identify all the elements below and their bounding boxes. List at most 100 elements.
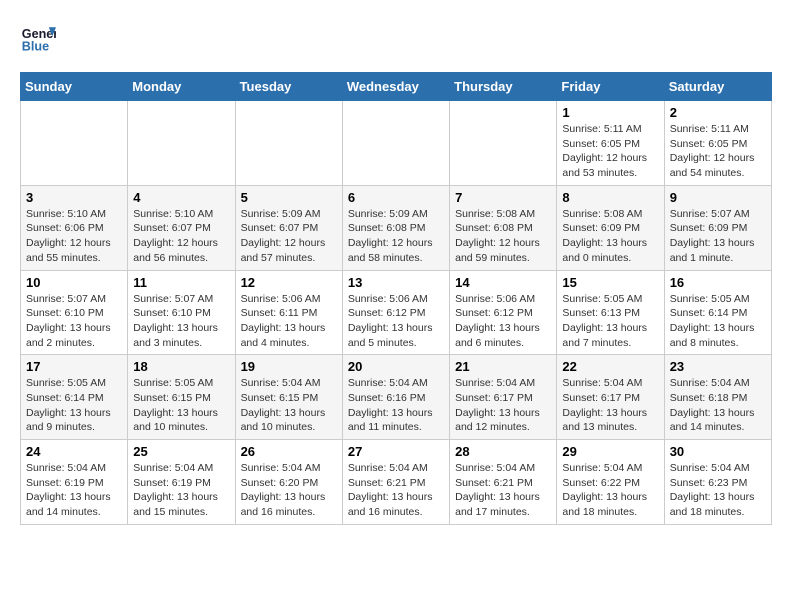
- day-number: 30: [670, 444, 766, 459]
- day-cell: 15 Sunrise: 5:05 AM Sunset: 6:13 PM Dayli…: [557, 270, 664, 355]
- day-cell: 5 Sunrise: 5:09 AM Sunset: 6:07 PM Daylig…: [235, 185, 342, 270]
- day-detail: Sunrise: 5:10 AM Sunset: 6:07 PM Dayligh…: [133, 207, 229, 266]
- day-number: 23: [670, 359, 766, 374]
- day-number: 3: [26, 190, 122, 205]
- logo: General Blue: [20, 20, 60, 56]
- day-cell: [21, 101, 128, 186]
- day-number: 18: [133, 359, 229, 374]
- day-cell: 16Sunrise: 5:05 AM Sunset: 6:14 PM Dayli…: [664, 270, 771, 355]
- day-detail: Sunrise: 5:04 AM Sunset: 6:19 PM Dayligh…: [26, 461, 122, 520]
- day-number: 6: [348, 190, 444, 205]
- week-row-4: 17 Sunrise: 5:05 AM Sunset: 6:14 PM Dayli…: [21, 355, 772, 440]
- weekday-header-monday: Monday: [128, 73, 235, 101]
- day-cell: 24 Sunrise: 5:04 AM Sunset: 6:19 PM Dayli…: [21, 440, 128, 525]
- day-cell: 14 Sunrise: 5:06 AM Sunset: 6:12 PM Dayli…: [450, 270, 557, 355]
- day-number: 5: [241, 190, 337, 205]
- day-cell: 3 Sunrise: 5:10 AM Sunset: 6:06 PM Daylig…: [21, 185, 128, 270]
- day-cell: 13 Sunrise: 5:06 AM Sunset: 6:12 PM Dayli…: [342, 270, 449, 355]
- weekday-header-row: SundayMondayTuesdayWednesdayThursdayFrid…: [21, 73, 772, 101]
- day-cell: 1 Sunrise: 5:11 AM Sunset: 6:05 PM Daylig…: [557, 101, 664, 186]
- day-cell: 20Sunrise: 5:04 AM Sunset: 6:16 PM Dayli…: [342, 355, 449, 440]
- day-number: 8: [562, 190, 658, 205]
- day-detail: Sunrise: 5:08 AM Sunset: 6:09 PM Dayligh…: [562, 207, 658, 266]
- day-number: 19: [241, 359, 337, 374]
- day-detail: Sunrise: 5:04 AM Sunset: 6:17 PM Dayligh…: [562, 376, 658, 435]
- day-detail: Sunrise: 5:06 AM Sunset: 6:11 PM Dayligh…: [241, 292, 337, 351]
- day-number: 9: [670, 190, 766, 205]
- weekday-header-friday: Friday: [557, 73, 664, 101]
- day-cell: 28 Sunrise: 5:04 AM Sunset: 6:21 PM Dayli…: [450, 440, 557, 525]
- day-detail: Sunrise: 5:09 AM Sunset: 6:08 PM Dayligh…: [348, 207, 444, 266]
- calendar-table: SundayMondayTuesdayWednesdayThursdayFrid…: [20, 72, 772, 525]
- day-cell: 2Sunrise: 5:11 AM Sunset: 6:05 PM Daylig…: [664, 101, 771, 186]
- svg-text:Blue: Blue: [22, 40, 49, 54]
- day-cell: [235, 101, 342, 186]
- day-detail: Sunrise: 5:04 AM Sunset: 6:23 PM Dayligh…: [670, 461, 766, 520]
- day-detail: Sunrise: 5:04 AM Sunset: 6:18 PM Dayligh…: [670, 376, 766, 435]
- day-detail: Sunrise: 5:04 AM Sunset: 6:17 PM Dayligh…: [455, 376, 551, 435]
- day-cell: 10Sunrise: 5:07 AM Sunset: 6:10 PM Dayli…: [21, 270, 128, 355]
- day-cell: 26 Sunrise: 5:04 AM Sunset: 6:20 PM Dayli…: [235, 440, 342, 525]
- day-number: 13: [348, 275, 444, 290]
- day-number: 25: [133, 444, 229, 459]
- day-cell: 7 Sunrise: 5:08 AM Sunset: 6:08 PM Daylig…: [450, 185, 557, 270]
- day-number: 27: [348, 444, 444, 459]
- day-number: 26: [241, 444, 337, 459]
- weekday-header-wednesday: Wednesday: [342, 73, 449, 101]
- day-cell: [128, 101, 235, 186]
- day-number: 22: [562, 359, 658, 374]
- day-number: 29: [562, 444, 658, 459]
- day-number: 1: [562, 105, 658, 120]
- week-row-3: 10 Sunrise: 5:07 AM Sunset: 6:10 PM Dayli…: [21, 270, 772, 355]
- day-number: 11: [133, 275, 229, 290]
- day-detail: Sunrise: 5:04 AM Sunset: 6:20 PM Dayligh…: [241, 461, 337, 520]
- week-row-1: 1 Sunrise: 5:11 AM Sunset: 6:05 PM Daylig…: [21, 101, 772, 186]
- day-cell: 18 Sunrise: 5:05 AM Sunset: 6:15 PM Dayli…: [128, 355, 235, 440]
- day-cell: 25 Sunrise: 5:04 AM Sunset: 6:19 PM Dayli…: [128, 440, 235, 525]
- day-detail: Sunrise: 5:04 AM Sunset: 6:21 PM Dayligh…: [348, 461, 444, 520]
- day-number: 28: [455, 444, 551, 459]
- day-detail: Sunrise: 5:05 AM Sunset: 6:14 PM Dayligh…: [670, 292, 766, 351]
- weekday-header-thursday: Thursday: [450, 73, 557, 101]
- day-number: 21: [455, 359, 551, 374]
- day-number: 15: [562, 275, 658, 290]
- day-cell: 4 Sunrise: 5:10 AM Sunset: 6:07 PM Daylig…: [128, 185, 235, 270]
- day-number: 4: [133, 190, 229, 205]
- day-cell: 30 Sunrise: 5:04 AM Sunset: 6:23 PM Dayli…: [664, 440, 771, 525]
- day-detail: Sunrise: 5:06 AM Sunset: 6:12 PM Dayligh…: [348, 292, 444, 351]
- day-detail: Sunrise: 5:08 AM Sunset: 6:08 PM Dayligh…: [455, 207, 551, 266]
- day-detail: Sunrise: 5:11 AM Sunset: 6:05 PM Dayligh…: [562, 122, 658, 181]
- day-number: 24: [26, 444, 122, 459]
- week-row-2: 3 Sunrise: 5:10 AM Sunset: 6:06 PM Daylig…: [21, 185, 772, 270]
- day-detail: Sunrise: 5:05 AM Sunset: 6:13 PM Dayligh…: [562, 292, 658, 351]
- day-cell: [342, 101, 449, 186]
- day-detail: Sunrise: 5:05 AM Sunset: 6:14 PM Dayligh…: [26, 376, 122, 435]
- day-cell: 12 Sunrise: 5:06 AM Sunset: 6:11 PM Dayli…: [235, 270, 342, 355]
- day-detail: Sunrise: 5:04 AM Sunset: 6:19 PM Dayligh…: [133, 461, 229, 520]
- weekday-header-sunday: Sunday: [21, 73, 128, 101]
- week-row-5: 24 Sunrise: 5:04 AM Sunset: 6:19 PM Dayli…: [21, 440, 772, 525]
- day-cell: 8 Sunrise: 5:08 AM Sunset: 6:09 PM Daylig…: [557, 185, 664, 270]
- day-detail: Sunrise: 5:04 AM Sunset: 6:21 PM Dayligh…: [455, 461, 551, 520]
- day-detail: Sunrise: 5:07 AM Sunset: 6:10 PM Dayligh…: [133, 292, 229, 351]
- day-number: 7: [455, 190, 551, 205]
- day-detail: Sunrise: 5:05 AM Sunset: 6:15 PM Dayligh…: [133, 376, 229, 435]
- day-number: 17: [26, 359, 122, 374]
- day-cell: 29Sunrise: 5:04 AM Sunset: 6:22 PM Dayli…: [557, 440, 664, 525]
- day-cell: 9Sunrise: 5:07 AM Sunset: 6:09 PM Daylig…: [664, 185, 771, 270]
- day-detail: Sunrise: 5:11 AM Sunset: 6:05 PM Dayligh…: [670, 122, 766, 181]
- logo-icon: General Blue: [20, 20, 56, 56]
- day-number: 12: [241, 275, 337, 290]
- day-detail: Sunrise: 5:09 AM Sunset: 6:07 PM Dayligh…: [241, 207, 337, 266]
- page-header: General Blue: [20, 20, 772, 56]
- day-cell: 21 Sunrise: 5:04 AM Sunset: 6:17 PM Dayli…: [450, 355, 557, 440]
- day-cell: 27 Sunrise: 5:04 AM Sunset: 6:21 PM Dayli…: [342, 440, 449, 525]
- day-detail: Sunrise: 5:10 AM Sunset: 6:06 PM Dayligh…: [26, 207, 122, 266]
- day-number: 10: [26, 275, 122, 290]
- day-cell: [450, 101, 557, 186]
- day-detail: Sunrise: 5:04 AM Sunset: 6:15 PM Dayligh…: [241, 376, 337, 435]
- day-cell: 19 Sunrise: 5:04 AM Sunset: 6:15 PM Dayli…: [235, 355, 342, 440]
- day-number: 20: [348, 359, 444, 374]
- day-detail: Sunrise: 5:06 AM Sunset: 6:12 PM Dayligh…: [455, 292, 551, 351]
- day-number: 14: [455, 275, 551, 290]
